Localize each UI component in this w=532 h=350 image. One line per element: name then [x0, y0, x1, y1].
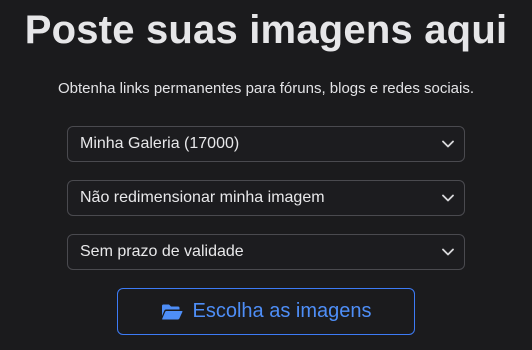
gallery-select-value: Minha Galeria (17000) — [80, 135, 240, 152]
expiry-select-value: Sem prazo de validade — [80, 243, 244, 260]
page-subtitle: Obtenha links permanentes para fóruns, b… — [57, 80, 475, 97]
choose-images-button[interactable]: Escolha as imagens — [117, 288, 415, 335]
resize-select[interactable]: Não redimensionar minha imagem — [67, 180, 465, 216]
chevron-down-icon — [432, 235, 464, 269]
choose-images-label: Escolha as imagens — [192, 300, 372, 322]
expiry-select[interactable]: Sem prazo de validade — [67, 234, 465, 270]
chevron-down-icon — [432, 181, 464, 215]
folder-open-icon — [161, 303, 183, 321]
upload-panel: Poste suas imagens aqui Obtenha links pe… — [0, 0, 532, 350]
gallery-select[interactable]: Minha Galeria (17000) — [67, 126, 465, 162]
chevron-down-icon — [432, 127, 464, 161]
page-title: Poste suas imagens aqui — [24, 8, 508, 52]
resize-select-value: Não redimensionar minha imagem — [80, 189, 325, 206]
